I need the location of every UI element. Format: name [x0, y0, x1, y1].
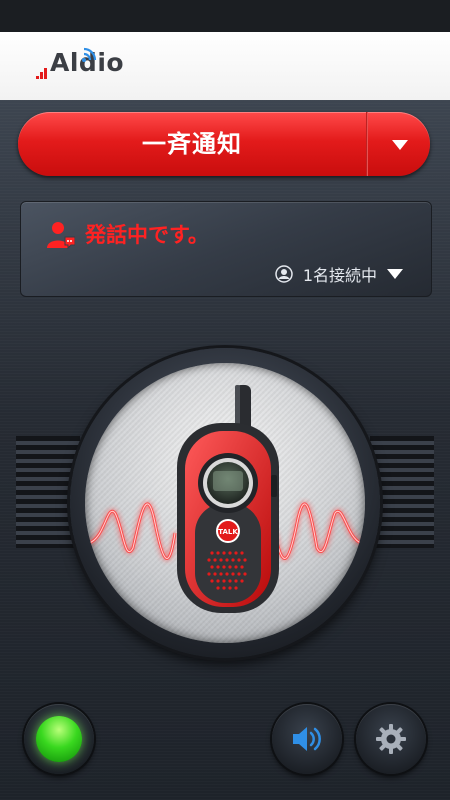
status-led-icon [36, 716, 82, 762]
status-led-button[interactable] [24, 704, 94, 774]
main-area: 一斉通知 発話中です。 1名接続中 TALK [0, 100, 450, 800]
speaker-button[interactable] [272, 704, 342, 774]
speaking-user-icon [47, 222, 75, 250]
talk-label: TALK [218, 528, 238, 536]
settings-button[interactable] [356, 704, 426, 774]
mode-selector[interactable]: 一斉通知 [18, 112, 430, 176]
signal-icon [82, 47, 97, 62]
app-logo: Aldio [36, 46, 124, 86]
connection-dropdown[interactable]: 1名接続中 [275, 262, 403, 286]
walkie-talkie-icon: TALK [88, 385, 362, 613]
chevron-down-icon[interactable] [387, 269, 403, 279]
mode-label[interactable]: 一斉通知 [18, 112, 366, 176]
talk-button-face[interactable]: TALK [85, 363, 365, 643]
status-message: 発話中です。 [85, 223, 209, 247]
user-icon [275, 265, 293, 283]
speaker-icon [293, 727, 321, 751]
app-header: Aldio [0, 32, 450, 101]
status-bar [0, 0, 450, 32]
status-panel: 発話中です。 1名接続中 [20, 201, 432, 297]
connection-count: 1名接続中 [302, 266, 377, 285]
talk-button[interactable]: TALK [70, 348, 380, 658]
gear-icon [376, 724, 406, 754]
aldio-logo-icon [36, 68, 47, 79]
chevron-down-icon[interactable] [368, 112, 430, 176]
